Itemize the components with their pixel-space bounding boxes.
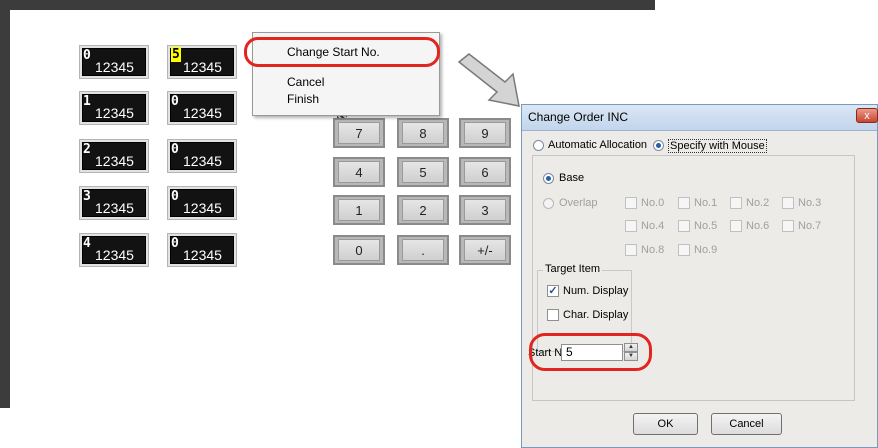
specify-with-mouse-label: Specify with Mouse [668, 139, 767, 153]
num-display-0[interactable]: 0 12345 [79, 45, 149, 79]
checkbox-no2[interactable] [730, 197, 742, 209]
change-order-dialog: Change Order INC x Automatic Allocation … [521, 104, 878, 448]
checkbox-no0[interactable] [625, 197, 637, 209]
checkbox-no9[interactable] [678, 244, 690, 256]
order-index: 4 [83, 236, 91, 251]
order-index: 0 [83, 48, 91, 63]
checkbox-no8[interactable] [625, 244, 637, 256]
num-display-4[interactable]: 2 12345 [79, 139, 149, 173]
checkbox-char-display[interactable] [547, 309, 559, 321]
no3-label: No.3 [798, 197, 822, 209]
num-display-6[interactable]: 3 12345 [79, 186, 149, 220]
num-display-9[interactable]: 0 12345 [167, 233, 237, 267]
num-display-8[interactable]: 4 12345 [79, 233, 149, 267]
no7-label: No.7 [798, 220, 822, 232]
num-display-3[interactable]: 0 12345 [167, 91, 237, 125]
num-display-label: Num. Display [563, 285, 629, 297]
cancel-button[interactable]: Cancel [711, 413, 782, 435]
keypad-key-dot[interactable]: . [397, 235, 449, 265]
checkbox-no1[interactable] [678, 197, 690, 209]
keypad-key-0[interactable]: 0 [333, 235, 385, 265]
no9-label: No.9 [694, 244, 718, 256]
order-index: 0 [171, 236, 179, 251]
display-value: 12345 [95, 59, 134, 75]
checkbox-no3[interactable] [782, 197, 794, 209]
num-display-5[interactable]: 0 12345 [167, 139, 237, 173]
ok-button[interactable]: OK [633, 413, 698, 435]
order-index: 1 [83, 94, 91, 109]
keypad-key-8[interactable]: 8 [397, 118, 449, 148]
editor-frame-top [0, 0, 655, 10]
pointer-arrow-icon [457, 53, 520, 107]
no5-label: No.5 [694, 220, 718, 232]
checkbox-no6[interactable] [730, 220, 742, 232]
keypad-key-plusminus[interactable]: +/- [459, 235, 511, 265]
order-index-highlighted: 5 [171, 47, 181, 62]
order-index: 0 [171, 189, 179, 204]
dialog-titlebar: Change Order INC x [522, 105, 878, 131]
radio-automatic-allocation[interactable] [533, 140, 544, 151]
checkbox-no4[interactable] [625, 220, 637, 232]
display-value: 12345 [95, 153, 134, 169]
display-value: 12345 [183, 153, 222, 169]
no6-label: No.6 [746, 220, 770, 232]
highlight-ring-menu [244, 37, 440, 67]
keypad-key-1[interactable]: 1 [333, 195, 385, 225]
num-display-7[interactable]: 0 12345 [167, 186, 237, 220]
keypad-key-3[interactable]: 3 [459, 195, 511, 225]
char-display-label: Char. Display [563, 309, 629, 321]
dialog-title: Change Order INC [528, 110, 629, 124]
no0-label: No.0 [641, 197, 665, 209]
checkbox-no7[interactable] [782, 220, 794, 232]
radio-overlap[interactable] [543, 198, 554, 209]
order-index: 3 [83, 189, 91, 204]
menu-item-finish[interactable]: Finish [287, 92, 319, 106]
no1-label: No.1 [694, 197, 718, 209]
display-value: 12345 [183, 59, 222, 75]
radio-base[interactable] [543, 173, 554, 184]
target-item-label: Target Item [543, 263, 603, 275]
automatic-allocation-label: Automatic Allocation [548, 139, 648, 151]
base-label: Base [559, 172, 585, 184]
menu-item-cancel[interactable]: Cancel [287, 75, 324, 89]
checkbox-no5[interactable] [678, 220, 690, 232]
display-value: 12345 [95, 105, 134, 121]
display-value: 12345 [95, 247, 134, 263]
keypad-key-7[interactable]: 7 [333, 118, 385, 148]
keypad-key-4[interactable]: 4 [333, 157, 385, 187]
no4-label: No.4 [641, 220, 665, 232]
keypad-key-6[interactable]: 6 [459, 157, 511, 187]
display-value: 12345 [183, 247, 222, 263]
order-index: 0 [171, 142, 179, 157]
radio-specify-with-mouse[interactable] [653, 140, 664, 151]
order-index: 2 [83, 142, 91, 157]
highlight-ring-start-no [529, 333, 652, 371]
close-icon[interactable]: x [856, 108, 878, 123]
editor-frame-left [0, 0, 10, 408]
keypad-key-9[interactable]: 9 [459, 118, 511, 148]
no8-label: No.8 [641, 244, 665, 256]
no2-label: No.2 [746, 197, 770, 209]
display-value: 12345 [183, 105, 222, 121]
keypad-key-5[interactable]: 5 [397, 157, 449, 187]
overlap-label: Overlap [559, 197, 598, 209]
display-value: 12345 [183, 200, 222, 216]
display-value: 12345 [95, 200, 134, 216]
order-index: 0 [171, 94, 179, 109]
keypad-key-2[interactable]: 2 [397, 195, 449, 225]
checkbox-num-display[interactable]: ✓ [547, 285, 559, 297]
num-display-1[interactable]: 5 12345 [167, 45, 237, 79]
num-display-2[interactable]: 1 12345 [79, 91, 149, 125]
